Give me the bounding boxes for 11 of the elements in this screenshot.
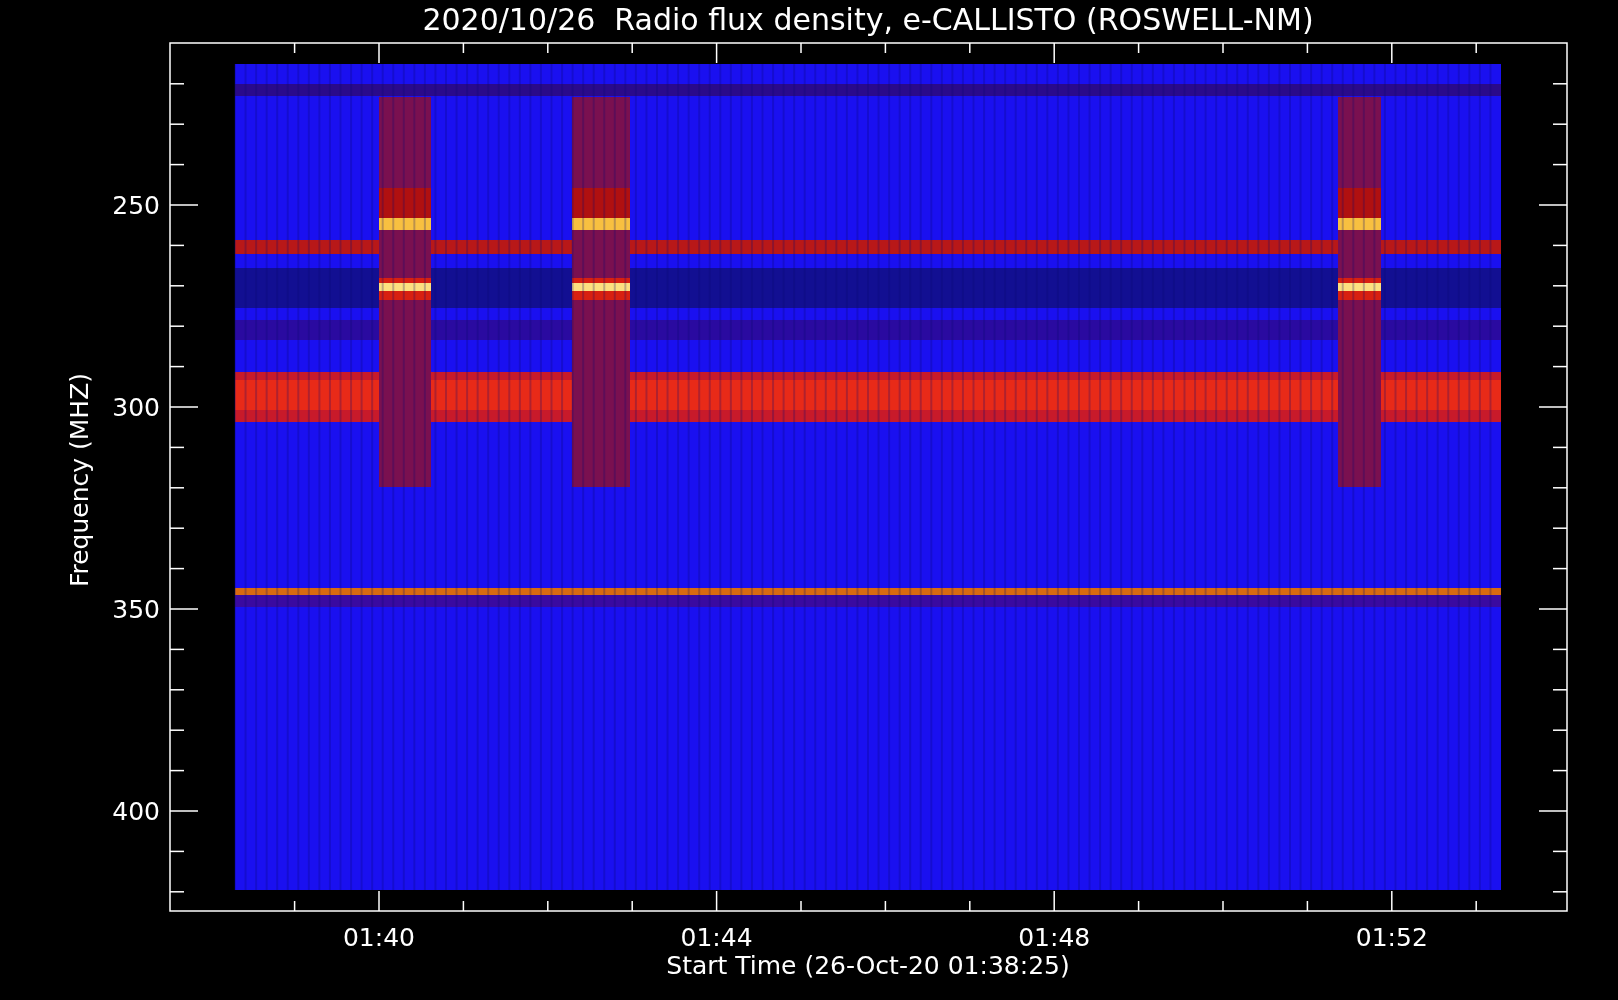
x-tick-label: 01:44: [680, 923, 753, 952]
y-tick-label: 250: [112, 191, 160, 220]
y-tick-label: 350: [112, 595, 160, 624]
x-tick-label: 01:48: [1018, 923, 1091, 952]
y-tick-label: 400: [112, 797, 160, 826]
x-axis-title: Start Time (26-Oct-20 01:38:25): [666, 951, 1070, 980]
x-tick-label: 01:52: [1355, 923, 1428, 952]
y-axis-title: Frequency (MHZ): [65, 372, 94, 588]
x-tick-label: 01:40: [343, 923, 415, 952]
y-tick-label: 300: [112, 393, 160, 422]
chart-title: 2020/10/26 Radio flux density, e-CALLISTO (ROSWELL-NM): [422, 2, 1314, 37]
